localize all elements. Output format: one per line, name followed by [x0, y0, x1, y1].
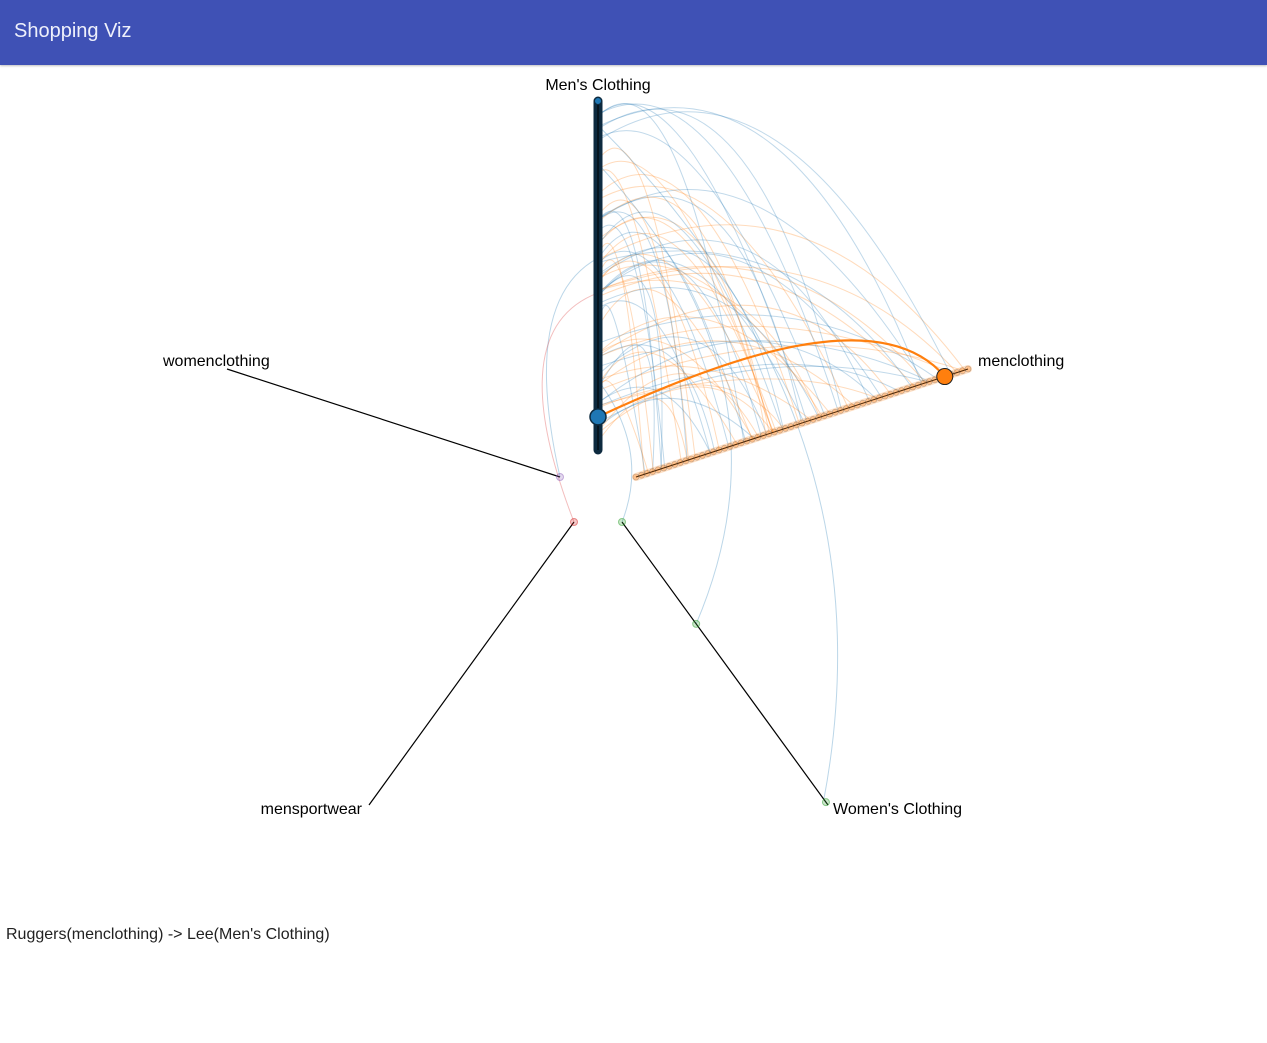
node	[820, 412, 828, 420]
node	[831, 408, 839, 416]
axis-label-womenclothing: womenclothing	[162, 353, 270, 370]
node	[876, 394, 883, 402]
node	[925, 378, 933, 385]
node	[643, 470, 651, 477]
node	[692, 619, 701, 628]
node	[826, 410, 833, 418]
node	[754, 434, 762, 441]
node	[793, 421, 800, 429]
node	[920, 380, 928, 387]
links-layer	[541, 103, 966, 800]
node	[848, 403, 856, 411]
highlight-source-node	[936, 368, 954, 386]
node	[688, 455, 695, 463]
node	[798, 419, 806, 427]
hive-plot-area: Men's Clothing menclothing Women's Cloth…	[0, 65, 1267, 1043]
node	[737, 439, 745, 447]
node	[804, 417, 811, 425]
node	[638, 471, 645, 479]
node	[693, 453, 701, 461]
node	[903, 385, 911, 393]
node	[732, 441, 739, 448]
node	[865, 398, 872, 405]
axis-label-mens-clothing: Men's Clothing	[545, 77, 650, 94]
node	[821, 798, 830, 807]
axis-womens-clothing	[621, 521, 829, 806]
node	[671, 461, 679, 468]
node	[743, 437, 750, 445]
app-bar: Shopping Viz	[0, 0, 1267, 65]
node	[710, 448, 717, 456]
selection-status: Ruggers(menclothing) -> Lee(Men's Clothi…	[6, 926, 330, 943]
node	[771, 428, 778, 436]
node	[837, 407, 845, 414]
node	[782, 425, 789, 432]
node	[959, 367, 966, 375]
node	[854, 401, 861, 409]
link	[597, 111, 952, 375]
app-title: Shopping Viz	[14, 20, 132, 42]
node	[964, 365, 972, 373]
node	[776, 426, 784, 434]
node	[759, 432, 767, 439]
node	[842, 405, 850, 412]
node	[570, 518, 578, 526]
axes-layer	[226, 96, 972, 806]
node	[881, 392, 889, 400]
node	[898, 387, 905, 394]
node	[809, 416, 817, 423]
node	[704, 450, 712, 457]
link	[597, 125, 839, 800]
node	[654, 466, 662, 474]
node	[632, 473, 640, 481]
labels-layer: Men's Clothing menclothing Women's Cloth…	[162, 77, 1064, 818]
link	[546, 257, 599, 478]
node	[887, 390, 894, 398]
hive-plot: Men's Clothing menclothing Women's Cloth…	[162, 77, 1064, 818]
node	[892, 389, 900, 396]
node	[909, 383, 916, 391]
axis-label-womens-clothing: Women's Clothing	[833, 801, 962, 818]
nodes-layer	[556, 97, 972, 807]
node	[594, 97, 602, 105]
node	[953, 369, 961, 376]
highlight-target-node	[589, 408, 607, 426]
node	[787, 423, 795, 430]
node	[815, 414, 822, 421]
axis-womenclothing	[226, 368, 561, 478]
node	[765, 430, 773, 438]
node	[682, 457, 690, 465]
node	[699, 452, 706, 459]
node	[665, 462, 673, 470]
axis-mensportwear	[368, 521, 575, 806]
node	[715, 446, 723, 454]
node	[660, 464, 667, 472]
node	[748, 435, 756, 443]
node	[649, 468, 656, 475]
axis-label-menclothing: menclothing	[978, 353, 1064, 370]
node	[870, 396, 878, 403]
node	[676, 459, 684, 466]
node	[726, 443, 734, 450]
node	[859, 399, 867, 407]
axis-label-mensportwear: mensportwear	[261, 801, 363, 818]
node	[914, 381, 922, 389]
node	[721, 444, 728, 452]
node	[618, 518, 626, 526]
node	[556, 473, 564, 481]
